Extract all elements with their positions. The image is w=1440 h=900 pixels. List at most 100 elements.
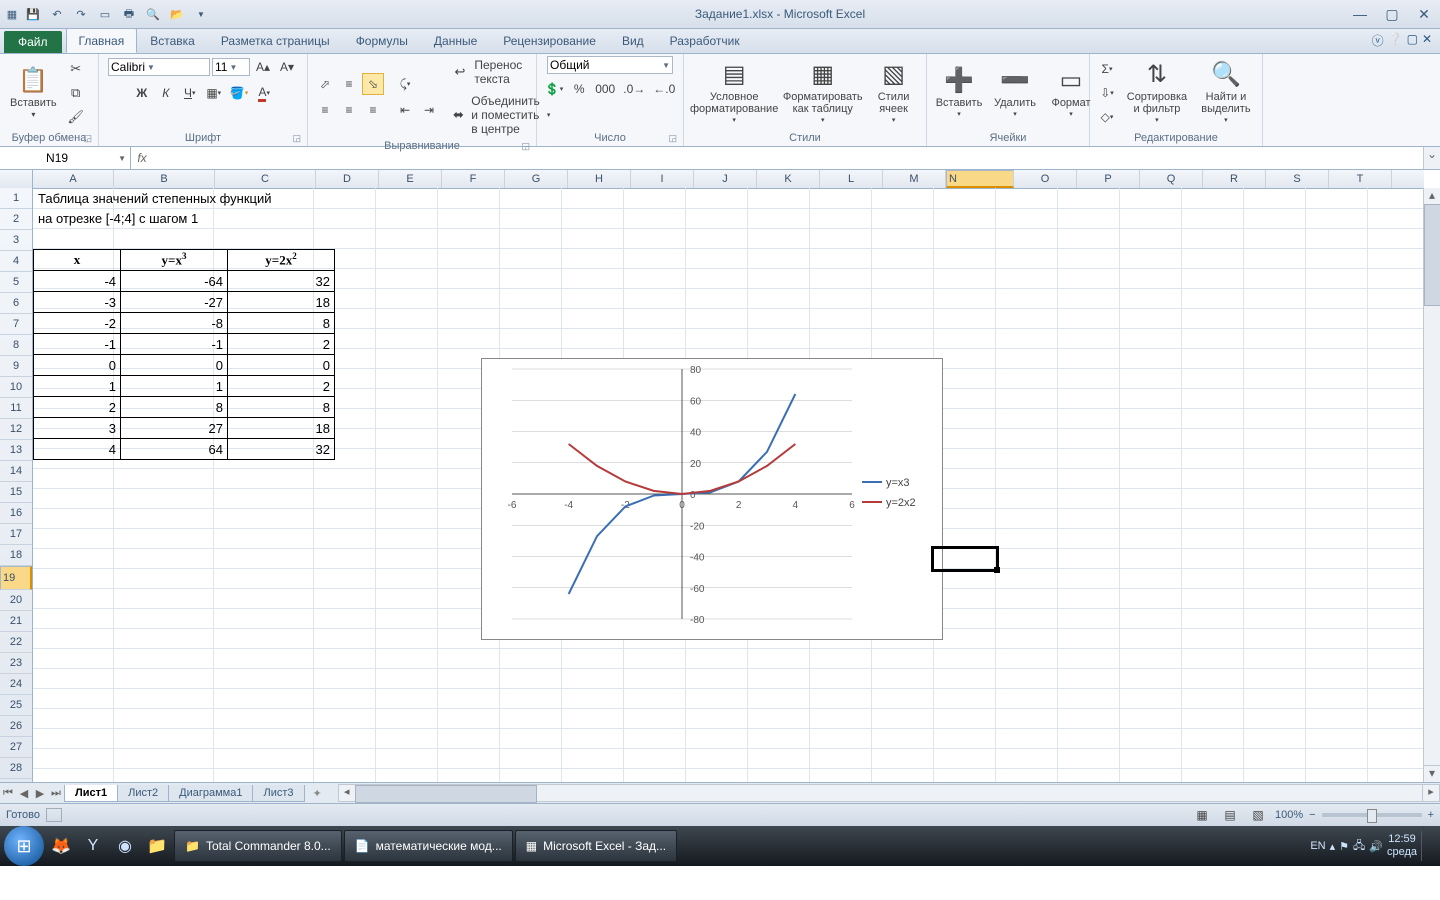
column-header-A[interactable]: A — [33, 170, 114, 188]
table-cell[interactable]: 8 — [228, 397, 335, 418]
column-header-E[interactable]: E — [379, 170, 442, 188]
chart-object[interactable]: -80-60-40-20020406080-6-4-20246y=x3y=2x2 — [481, 358, 943, 640]
sheet-tab-Лист2[interactable]: Лист2 — [117, 785, 169, 802]
table-cell[interactable]: -27 — [121, 292, 228, 313]
row-header-14[interactable]: 14 — [0, 461, 32, 482]
sheet-first-button[interactable]: ⏮ — [0, 787, 16, 800]
ribbon-tab-формулы[interactable]: Формулы — [343, 28, 421, 53]
increase-indent-button[interactable]: ⇥ — [418, 99, 440, 121]
maximize-button[interactable]: ▢ — [1380, 6, 1404, 23]
table-cell[interactable]: 2 — [34, 397, 121, 418]
table-cell[interactable]: -1 — [121, 334, 228, 355]
open-icon[interactable]: 📂 — [166, 3, 188, 25]
row-header-23[interactable]: 23 — [0, 653, 32, 674]
close-button[interactable]: ✕ — [1412, 6, 1436, 23]
sheet-tab-Лист1[interactable]: Лист1 — [64, 785, 118, 802]
row-header-25[interactable]: 25 — [0, 695, 32, 716]
row-header-1[interactable]: 1 — [0, 188, 32, 209]
view-layout-button[interactable]: ▤ — [1219, 804, 1241, 826]
select-all-corner[interactable] — [0, 170, 33, 188]
column-header-I[interactable]: I — [631, 170, 694, 188]
cell-a2[interactable]: на отрезке [-4;4] с шагом 1 — [35, 208, 201, 228]
align-left-button[interactable]: ≡ — [314, 99, 336, 121]
column-header-H[interactable]: H — [568, 170, 631, 188]
view-pagebreak-button[interactable]: ▧ — [1247, 804, 1269, 826]
qat-customize-icon[interactable]: ▼ — [190, 3, 212, 25]
table-cell[interactable]: -64 — [121, 271, 228, 292]
decrease-indent-button[interactable]: ⇤ — [394, 99, 416, 121]
row-header-19[interactable]: 19 — [0, 566, 32, 590]
ribbon-tab-разметка страницы[interactable]: Разметка страницы — [208, 28, 343, 53]
row-header-7[interactable]: 7 — [0, 314, 32, 335]
row-header-4[interactable]: 4 — [0, 251, 32, 272]
ribbon-tab-вид[interactable]: Вид — [609, 28, 657, 53]
sheet-tab-Диаграмма1[interactable]: Диаграмма1 — [168, 785, 253, 802]
zoom-out-button[interactable]: − — [1309, 809, 1315, 821]
ribbon-tab-вставка[interactable]: Вставка — [137, 28, 208, 53]
table-header[interactable]: x — [34, 250, 121, 271]
font-color-button[interactable]: A▾ — [253, 82, 275, 104]
column-header-L[interactable]: L — [820, 170, 883, 188]
ribbon-tab-главная[interactable]: Главная — [66, 28, 138, 53]
tray-flag-icon[interactable]: ⚑ — [1339, 840, 1349, 853]
bold-button[interactable]: Ж — [131, 82, 153, 104]
table-cell[interactable]: 32 — [228, 271, 335, 292]
dialog-launcher-icon[interactable]: ◲ — [292, 133, 301, 144]
tray-sound-icon[interactable]: 🔊 — [1369, 840, 1383, 853]
horizontal-scrollbar[interactable]: ◂ ▸ — [338, 784, 1440, 802]
find-select-button[interactable]: 🔍Найти и выделить▾ — [1196, 57, 1256, 129]
row-header-24[interactable]: 24 — [0, 674, 32, 695]
sheet-tab-Лист3[interactable]: Лист3 — [252, 785, 304, 802]
column-header-O[interactable]: O — [1014, 170, 1077, 188]
sheet-last-button[interactable]: ⏭ — [48, 787, 64, 800]
workbook-close-icon[interactable]: ✕ — [1422, 32, 1432, 49]
help-icon[interactable]: ❔ — [1388, 32, 1403, 49]
row-header-29[interactable]: 29 — [0, 779, 32, 782]
row-header-5[interactable]: 5 — [0, 272, 32, 293]
table-cell[interactable]: -8 — [121, 313, 228, 334]
taskbar-item[interactable]: 📄математические мод... — [344, 830, 513, 862]
column-header-P[interactable]: P — [1077, 170, 1140, 188]
redo-icon[interactable]: ↷ — [70, 3, 92, 25]
table-cell[interactable]: -1 — [34, 334, 121, 355]
comma-button[interactable]: 000 — [592, 78, 618, 100]
table-cell[interactable]: 64 — [121, 439, 228, 460]
macro-record-icon[interactable] — [46, 808, 62, 822]
ribbon-tab-рецензирование[interactable]: Рецензирование — [490, 28, 609, 53]
row-header-11[interactable]: 11 — [0, 398, 32, 419]
column-header-J[interactable]: J — [694, 170, 757, 188]
table-cell[interactable]: 27 — [121, 418, 228, 439]
grow-font-button[interactable]: A▴ — [252, 56, 274, 78]
table-cell[interactable]: -2 — [34, 313, 121, 334]
shrink-font-button[interactable]: A▾ — [276, 56, 298, 78]
view-normal-button[interactable]: ▦ — [1191, 804, 1213, 826]
orientation-button[interactable]: ⤹▾ — [394, 73, 416, 95]
undo-icon[interactable]: ↶ — [46, 3, 68, 25]
sort-filter-button[interactable]: ⇅Сортировка и фильтр▾ — [1122, 57, 1192, 129]
table-cell[interactable]: 0 — [228, 355, 335, 376]
align-right-button[interactable]: ≡ — [362, 99, 384, 121]
row-header-18[interactable]: 18 — [0, 545, 32, 566]
pinned-yandex-icon[interactable]: Y — [78, 831, 108, 861]
paste-button[interactable]: 📋 Вставить ▾ — [6, 63, 61, 123]
zoom-in-button[interactable]: + — [1428, 809, 1434, 821]
row-header-6[interactable]: 6 — [0, 293, 32, 314]
ribbon-tab-разработчик[interactable]: Разработчик — [657, 28, 753, 53]
vertical-scrollbar[interactable]: ▴ ▾ — [1423, 188, 1440, 782]
show-desktop-button[interactable] — [1421, 831, 1432, 861]
column-header-C[interactable]: C — [215, 170, 316, 188]
column-header-B[interactable]: B — [114, 170, 215, 188]
row-header-22[interactable]: 22 — [0, 632, 32, 653]
column-header-G[interactable]: G — [505, 170, 568, 188]
minimize-button[interactable]: — — [1348, 6, 1372, 23]
row-header-2[interactable]: 2 — [0, 209, 32, 230]
table-cell[interactable]: 4 — [34, 439, 121, 460]
fill-button[interactable]: ⇩▾ — [1096, 82, 1118, 104]
window-restore-icon[interactable]: ▢ — [1407, 32, 1418, 49]
cut-button[interactable]: ✂ — [65, 58, 87, 80]
row-header-10[interactable]: 10 — [0, 377, 32, 398]
cells-area[interactable]: Таблица значений степенных функций на от… — [33, 188, 1424, 782]
column-header-D[interactable]: D — [316, 170, 379, 188]
align-bottom-button[interactable]: ⬂ — [362, 73, 384, 95]
row-header-17[interactable]: 17 — [0, 524, 32, 545]
